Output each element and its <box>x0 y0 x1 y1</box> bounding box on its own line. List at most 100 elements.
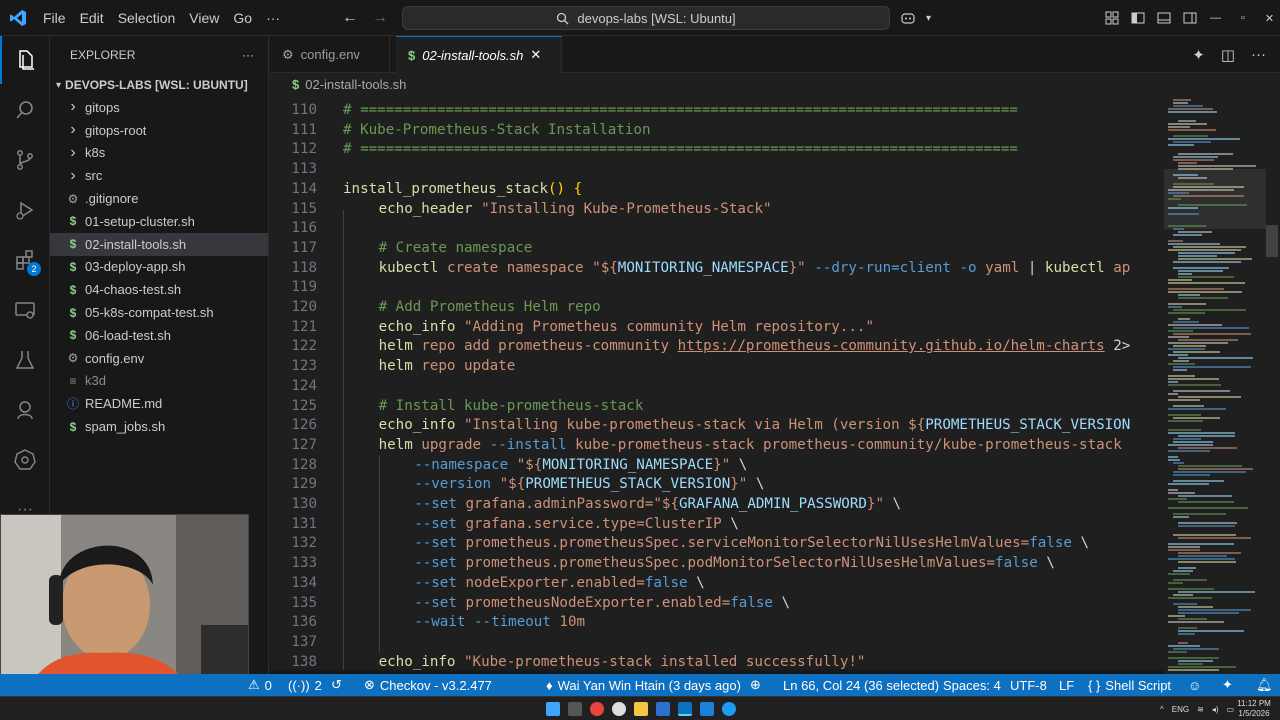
chrome-icon[interactable] <box>590 702 604 716</box>
workspace-root[interactable]: ▾ DEVOPS-LABS [WSL: UBUNTU] <box>50 74 268 96</box>
tree-item[interactable]: › k8s <box>50 142 268 165</box>
eol-status[interactable]: LF <box>1059 674 1074 696</box>
customize-layout-icon[interactable] <box>1104 10 1120 26</box>
testing-icon[interactable] <box>0 336 50 384</box>
tab-config-env[interactable]: ⚙ config.env <box>270 36 390 73</box>
minimap-line <box>1178 618 1207 620</box>
minimap-line <box>1178 627 1198 629</box>
tree-item[interactable]: $02-install-tools.sh <box>50 232 268 256</box>
split-editor-icon[interactable]: ◫ <box>1221 46 1235 64</box>
copilot-sparkle-icon[interactable]: ✦ <box>1192 46 1205 64</box>
minimap-line <box>1173 360 1190 362</box>
toggle-secondary-sidebar-icon[interactable] <box>1182 10 1198 26</box>
explorer-more-icon[interactable]: ··· <box>242 48 254 62</box>
tree-item[interactable]: $05-k8s-compat-test.sh <box>50 301 268 324</box>
language-indicator[interactable]: ENG <box>1172 705 1189 714</box>
kubernetes-icon[interactable] <box>0 436 50 484</box>
tab-02-install-tools[interactable]: $ 02-install-tools.sh ✕ <box>396 36 562 73</box>
encoding-status[interactable]: UTF-8 <box>1010 674 1047 696</box>
git-blame-status[interactable]: ♦ Wai Yan Win Htain (3 days ago) <box>546 674 741 696</box>
search-icon <box>557 12 569 24</box>
code-token: () { <box>548 180 583 197</box>
minimap-line <box>1168 444 1213 446</box>
cursor-position[interactable]: Ln 66, Col 24 (36 selected) <box>783 674 939 696</box>
extensions-icon[interactable]: 2 <box>0 236 50 284</box>
ports-indicator[interactable]: ((·)) 2 <box>288 674 322 696</box>
more-actions-icon[interactable]: ··· <box>1251 46 1266 63</box>
forward-arrow-icon[interactable]: → <box>372 9 388 27</box>
code-editor[interactable]: 138 echo_info "Kube-prometheus-stack inst… <box>270 95 1164 674</box>
code-token: \ <box>1071 535 1090 552</box>
vertical-scrollbar-thumb[interactable] <box>1266 225 1278 257</box>
tree-item[interactable]: ⚙ config.env <box>50 347 268 370</box>
chevron-down-icon: ▾ <box>56 79 62 91</box>
close-window-icon[interactable]: ✕ <box>1265 12 1274 25</box>
app-icon[interactable] <box>612 702 626 716</box>
minimap-line <box>1178 663 1204 665</box>
line-number: 120 <box>291 299 317 315</box>
tree-item-label: config.env <box>85 350 145 366</box>
minimap[interactable] <box>1164 95 1280 674</box>
sparkle-status[interactable]: ✦ <box>1222 674 1233 696</box>
tree-item[interactable]: › src <box>50 164 268 187</box>
menu-edit[interactable]: Edit <box>73 0 111 36</box>
source-control-icon[interactable] <box>0 136 50 184</box>
tree-item[interactable]: ≡ k3d <box>50 370 268 393</box>
minimap-line <box>1168 489 1179 491</box>
tree-item[interactable]: $04-chaos-test.sh <box>50 278 268 301</box>
search-activity-icon[interactable] <box>0 86 50 134</box>
breadcrumb-file[interactable]: 02-install-tools.sh <box>305 77 406 92</box>
tree-item[interactable]: $ spam_jobs.sh <box>50 415 268 438</box>
app-icon[interactable] <box>656 702 670 716</box>
app-icon[interactable] <box>700 702 714 716</box>
menu-go[interactable]: Go <box>226 0 259 36</box>
code-token: false <box>995 555 1038 572</box>
file-explorer-icon[interactable] <box>634 702 648 716</box>
tree-item[interactable]: ⚙ .gitignore <box>50 187 268 210</box>
volume-icon[interactable]: ◂) <box>1212 705 1219 714</box>
menu-selection[interactable]: Selection <box>111 0 183 36</box>
history-indicator[interactable]: ↺ <box>331 674 342 696</box>
clock-date: 1/5/2026 <box>1238 709 1270 718</box>
indentation-status[interactable]: Spaces: 4 <box>943 674 1001 696</box>
restore-icon[interactable]: ▫ <box>1241 12 1245 24</box>
chevron-up-icon[interactable]: ^ <box>1160 705 1164 714</box>
tree-item[interactable]: › gitops-root <box>50 119 268 142</box>
clock[interactable]: 11:12 PM 1/5/2026 <box>1232 699 1276 719</box>
code-line: 120 # Add Prometheus Helm repo <box>270 298 1164 318</box>
search-taskbar-icon[interactable] <box>568 702 582 716</box>
back-arrow-icon[interactable]: ← <box>342 9 358 27</box>
language-mode[interactable]: { } Shell Script <box>1088 674 1171 696</box>
minimap-line <box>1173 570 1194 572</box>
tree-item[interactable]: › gitops <box>50 96 268 119</box>
copilot-icon[interactable] <box>900 10 916 26</box>
chevron-down-icon[interactable]: ▾ <box>926 13 931 24</box>
checkov-status[interactable]: ⊗ Checkov - v3.2.477 <box>364 674 492 696</box>
wifi-icon[interactable]: ≋ <box>1197 705 1204 714</box>
tree-item[interactable]: $06-load-test.sh <box>50 324 268 347</box>
account-extension-icon[interactable] <box>0 386 50 434</box>
explorer-icon[interactable] <box>0 36 50 84</box>
remote-explorer-icon[interactable] <box>0 286 50 334</box>
menu-file[interactable]: File <box>36 0 73 36</box>
copilot-status[interactable]: ☺ <box>1188 674 1201 696</box>
start-icon[interactable] <box>546 702 560 716</box>
menu-more[interactable]: ··· <box>259 0 287 36</box>
app-icon[interactable] <box>722 702 736 716</box>
toggle-panel-icon[interactable] <box>1156 10 1172 26</box>
minimize-icon[interactable]: — <box>1210 12 1221 24</box>
tree-item[interactable]: $01-setup-cluster.sh <box>50 210 268 233</box>
vscode-taskbar-icon[interactable] <box>678 702 692 716</box>
code-token[interactable]: https://prometheus-community.github.io/h… <box>678 338 1105 354</box>
notifications-status[interactable]: 🔔︎ <box>1256 674 1273 696</box>
tree-item[interactable]: ⓘ README.md <box>50 392 268 415</box>
problems-indicator[interactable]: ⚠ 0 <box>248 674 272 696</box>
tree-item[interactable]: $03-deploy-app.sh <box>50 256 268 279</box>
close-icon[interactable]: ✕ <box>530 47 541 63</box>
command-center[interactable]: devops-labs [WSL: Ubuntu] <box>402 6 890 30</box>
windows-taskbar: ^ ENG ≋ ◂) ▭ 11:12 PM 1/5/2026 <box>0 696 1280 720</box>
menu-view[interactable]: View <box>182 0 226 36</box>
run-debug-icon[interactable] <box>0 186 50 234</box>
toggle-primary-sidebar-icon[interactable] <box>1130 10 1146 26</box>
zoom-status[interactable]: ⊕ <box>750 674 761 696</box>
